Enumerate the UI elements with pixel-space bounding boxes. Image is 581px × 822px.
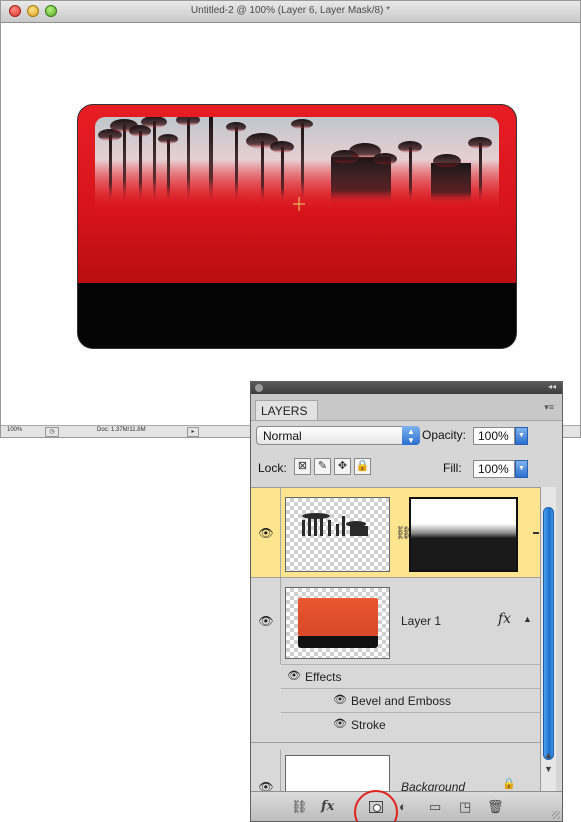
thumb-orange xyxy=(298,598,378,636)
effect-stroke-label: Stroke xyxy=(351,718,386,732)
layer-mask-thumbnail[interactable] xyxy=(409,497,518,572)
thumb-black xyxy=(298,636,378,648)
tab-layers[interactable]: LAYERS xyxy=(255,400,318,420)
adjustment-icon[interactable]: ◐ xyxy=(399,799,407,814)
highlight-circle xyxy=(354,790,398,821)
layer-name[interactable]: Layer 1 xyxy=(401,614,441,628)
card-artwork xyxy=(78,105,516,348)
panel-tab-row: LAYERS ▾≡ xyxy=(251,394,562,421)
link-layers-icon[interactable]: ⛓ xyxy=(291,799,308,815)
effects-label: Effects xyxy=(305,670,342,684)
title-bar[interactable]: Untitled-2 @ 100% (Layer 6, Layer Mask/8… xyxy=(1,1,580,23)
doc-size: Doc: 1.37M/11.8M xyxy=(97,427,146,433)
lock-all-icon[interactable]: 🔒 xyxy=(354,458,371,475)
fill-input[interactable]: 100% xyxy=(473,460,515,478)
opacity-label: Opacity: xyxy=(422,428,467,442)
palm-tree-photo xyxy=(95,117,499,212)
status-menu-arrow-icon[interactable]: ▸ xyxy=(187,427,199,437)
stroke-eye-icon[interactable]: 👁 xyxy=(333,717,347,730)
lock-transparent-pixels-icon[interactable]: ⊠ xyxy=(294,458,311,475)
card-black-band xyxy=(78,283,516,348)
panel-menu-icon[interactable]: ▾≡ xyxy=(544,402,554,413)
zoom-level[interactable]: 100% xyxy=(7,427,22,433)
blend-mode-select[interactable]: Normal ▲ ▼ xyxy=(256,426,420,445)
layer-list: 👁 ⛓ 👁 Layer 1 fx ▲ 👁 Effects 👁 Bevel and… xyxy=(251,487,540,805)
panel-titlebar[interactable]: ◂◂ xyxy=(251,382,562,394)
blend-mode-value: Normal xyxy=(263,429,302,443)
opacity-dropdown-icon[interactable]: ▼ xyxy=(515,427,528,445)
panel-close-icon[interactable] xyxy=(255,384,263,392)
scroll-up-icon[interactable]: ▲ xyxy=(544,750,553,760)
lock-position-icon[interactable]: ✥ xyxy=(334,458,351,475)
effect-bevel-row[interactable]: 👁 Bevel and Emboss xyxy=(281,688,540,712)
layer-thumbnail[interactable] xyxy=(285,497,390,572)
layers-panel: ◂◂ LAYERS ▾≡ Normal ▲ ▼ Opacity: 100% ▼ L… xyxy=(250,381,563,822)
effect-bevel-label: Bevel and Emboss xyxy=(351,694,452,708)
visibility-eye-icon[interactable]: 👁 xyxy=(255,522,277,544)
new-group-icon[interactable]: ▭ xyxy=(429,799,441,815)
layer-row-1[interactable]: 👁 Layer 1 fx ▲ 👁 Effects 👁 Bevel and Emb… xyxy=(251,578,540,743)
effects-eye-icon[interactable]: 👁 xyxy=(287,669,301,682)
trash-icon[interactable]: 🗑 xyxy=(487,799,504,815)
document-canvas[interactable] xyxy=(1,23,580,427)
status-info-icon[interactable]: ◷ xyxy=(45,427,59,437)
lock-icon: 🔒 xyxy=(502,778,516,790)
layers-bottom-bar: ⛓ fx ◐ ▭ ◳ 🗑 xyxy=(251,790,562,821)
lock-image-pixels-icon[interactable]: ✎ xyxy=(314,458,331,475)
effects-row[interactable]: 👁 Effects xyxy=(281,664,540,688)
new-layer-icon[interactable]: ◳ xyxy=(459,799,471,815)
resize-grip[interactable] xyxy=(552,811,560,819)
effects-expand-icon[interactable]: ▲ xyxy=(523,614,532,624)
scroll-down-icon[interactable]: ▼ xyxy=(544,764,553,774)
layers-scrollbar[interactable]: ▲ ▼ xyxy=(540,487,556,792)
opacity-input[interactable]: 100% xyxy=(473,427,515,445)
fill-dropdown-icon[interactable]: ▼ xyxy=(515,460,528,478)
bevel-eye-icon[interactable]: 👁 xyxy=(333,693,347,706)
lock-label: Lock: xyxy=(258,461,287,475)
visibility-eye-icon[interactable]: 👁 xyxy=(255,610,277,632)
panel-collapse-icon[interactable]: ◂◂ xyxy=(548,382,556,391)
layer-thumbnail[interactable] xyxy=(285,587,390,659)
window-title: Untitled-2 @ 100% (Layer 6, Layer Mask/8… xyxy=(190,5,391,16)
effect-stroke-row[interactable]: 👁 Stroke xyxy=(281,712,540,736)
fill-label: Fill: xyxy=(443,461,462,475)
layer-fx-icon[interactable]: fx xyxy=(498,611,511,627)
layer-row-6[interactable]: 👁 ⛓ xyxy=(251,488,540,578)
fx-icon[interactable]: fx xyxy=(321,799,334,814)
blend-mode-arrows-icon[interactable]: ▲ ▼ xyxy=(402,426,420,445)
scrollbar-thumb[interactable] xyxy=(543,507,554,760)
mask-indicator xyxy=(533,532,539,534)
layer-row-background[interactable]: 👁 Background 🔒 xyxy=(251,750,540,805)
document-window: Untitled-2 @ 100% (Layer 6, Layer Mask/8… xyxy=(0,0,581,438)
